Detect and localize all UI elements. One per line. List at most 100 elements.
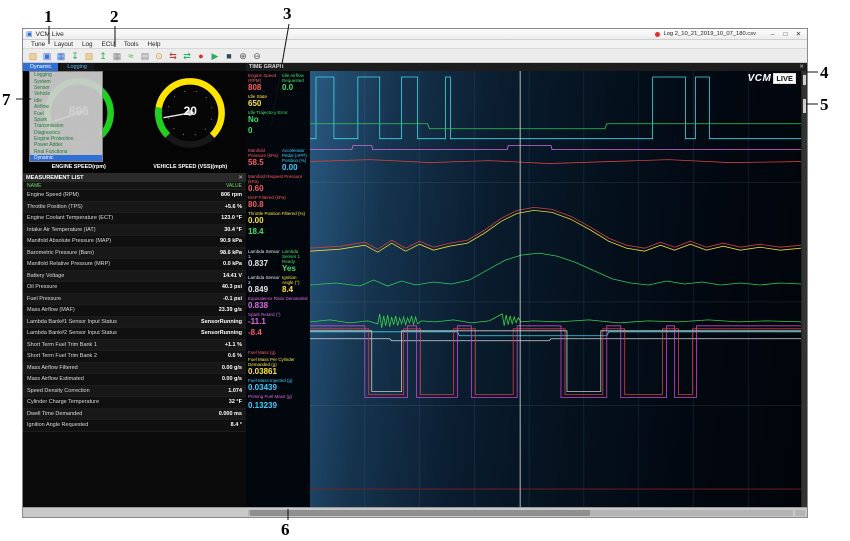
minimize-button[interactable]: –: [766, 31, 779, 38]
channel-entry[interactable]: Fuel Mass Injected (g)0.03439: [248, 378, 308, 392]
measurement-list-columns: NAME VALUE: [23, 182, 246, 190]
log-filename: Log 2_10_21_2019_10_07_180.csv: [663, 31, 756, 37]
main-content: Dynamic Logging LoggingSystemSensorVehic…: [23, 63, 807, 507]
measurement-list-panel: MEASUREMENT LIST ✕ NAME VALUE Engine Spe…: [23, 173, 246, 507]
measurement-row[interactable]: Engine Coolant Temperature (ECT)123.0 °F: [23, 213, 246, 225]
measurement-row[interactable]: Oil Pressure40.3 psi: [23, 282, 246, 294]
menu-item-help[interactable]: Help: [148, 41, 161, 48]
gauge-icon[interactable]: ⊙: [153, 50, 165, 62]
save-all-icon[interactable]: ▦: [55, 50, 67, 62]
menu-item-layout[interactable]: Layout: [54, 41, 73, 48]
channel-entry[interactable]: 0: [248, 126, 308, 135]
channel-entry[interactable]: Manifold Request Pressure (kPa)0.60: [248, 174, 308, 193]
zoom-in-icon[interactable]: ⊕: [237, 50, 249, 62]
channel-entry[interactable]: Lambda Sensor 10.837Lambda Sensor 1 Read…: [248, 249, 308, 273]
menu-item-ecu[interactable]: ECU: [102, 41, 115, 48]
measurement-row[interactable]: Intake Air Temperature (IAT)30.4 °F: [23, 225, 246, 237]
measurement-row[interactable]: Dwell Time Demanded0.000 ms: [23, 409, 246, 421]
channel-entry[interactable]: 18.4: [248, 227, 308, 236]
measurement-row[interactable]: Engine Speed (RPM)806 rpm: [23, 190, 246, 202]
measurement-row[interactable]: Throttle Position (TPS)+5.6 %: [23, 202, 246, 214]
time-graph-plot[interactable]: VCM LIVE: [310, 71, 801, 507]
measurement-row[interactable]: Mass Airflow Estimated0.00 g/s: [23, 374, 246, 386]
measurement-row[interactable]: Speed Density Correction1.074: [23, 386, 246, 398]
horizontal-scrollbar[interactable]: [248, 510, 793, 516]
channel-entry[interactable]: -8.4: [248, 328, 308, 337]
vcm-logo-text: VCM: [748, 73, 772, 84]
channel-entry[interactable]: Throttle Position Filtered (%)0.00: [248, 211, 308, 225]
column-name: NAME: [27, 183, 41, 189]
new-folder-icon[interactable]: ▧: [83, 50, 95, 62]
equivalence-trace: [310, 339, 801, 341]
time-graph-header: TIME GRAPH ✕: [246, 63, 807, 71]
measurement-row[interactable]: Short Term Fuel Trim Bank 1+1.1 %: [23, 340, 246, 352]
play-icon[interactable]: ▶: [209, 50, 221, 62]
idle-airflow-trace: [310, 124, 801, 129]
maximize-button[interactable]: □: [779, 31, 792, 38]
measurement-row[interactable]: Mass Airflow (MAF)23.39 g/s: [23, 305, 246, 317]
measurement-row[interactable]: Manifold Absolute Pressure (MAP)90.9 kPa: [23, 236, 246, 248]
time-graph-body: Engine Speed (RPM)808Idle Airflow Reques…: [246, 71, 801, 507]
channel-entry[interactable]: Fuel Mass Per Cylinder Demanded (g)0.038…: [248, 357, 308, 376]
layout-grid-icon[interactable]: ▦: [111, 50, 123, 62]
export-log-icon[interactable]: ↥: [97, 50, 109, 62]
measurement-list-header: MEASUREMENT LIST ✕: [23, 173, 246, 182]
measurement-row[interactable]: Lambda Bank#2 Sensor Input StatusSensorR…: [23, 328, 246, 340]
compare-red-icon[interactable]: ⇆: [167, 50, 179, 62]
vertical-scrollbar[interactable]: [801, 71, 807, 507]
measurement-rows: Engine Speed (RPM)806 rpmThrottle Positi…: [23, 190, 246, 432]
zoom-out-icon[interactable]: ⊖: [251, 50, 263, 62]
channel-entry[interactable]: Priming Fuel Mass (g): [248, 394, 308, 399]
measurement-row[interactable]: Manifold Relative Pressure (MRP)0.0 kPa: [23, 259, 246, 271]
channel-entry[interactable]: Fuel Mass (g): [248, 350, 308, 355]
tab-logging[interactable]: Logging: [60, 63, 94, 71]
channel-entry[interactable]: Engine Speed (RPM)808Idle Airflow Reques…: [248, 73, 308, 92]
measurement-row[interactable]: Ignition Angle Requested8.4 °: [23, 420, 246, 432]
active-log-badge: Log 2_10_21_2019_10_07_180.csv: [655, 31, 756, 37]
close-button[interactable]: ✕: [792, 30, 805, 38]
scrollbar-thumb[interactable]: [803, 99, 806, 113]
channel-entry[interactable]: MAP Filtered (kPa)80.8: [248, 195, 308, 209]
status-bar: [23, 507, 807, 517]
measurement-row[interactable]: Short Term Fuel Trim Bank 20.6 %: [23, 351, 246, 363]
record-icon[interactable]: ●: [195, 50, 207, 62]
plot-canvas[interactable]: [310, 71, 801, 507]
channel-entry[interactable]: Equivalence Ratio Demanded0.838: [248, 296, 308, 310]
left-panel: Dynamic Logging LoggingSystemSensorVehic…: [23, 63, 246, 507]
tab-dynamic[interactable]: Dynamic: [23, 63, 58, 71]
import-log-icon[interactable]: ↧: [69, 50, 81, 62]
annotation-4: 4: [820, 63, 829, 83]
menu-item-log[interactable]: Log: [82, 41, 93, 48]
record-indicator-icon: [655, 32, 660, 37]
time-graph-title: TIME GRAPH: [249, 64, 284, 70]
close-icon[interactable]: ✕: [238, 175, 243, 181]
chart-icon[interactable]: ≈: [125, 50, 137, 62]
menu-item-tune[interactable]: Tune: [31, 41, 45, 48]
save-icon[interactable]: ▣: [41, 50, 53, 62]
resize-grip[interactable]: [795, 510, 805, 516]
page-menu-item-dynamic[interactable]: Dynamic: [30, 155, 102, 161]
menu-item-tools[interactable]: Tools: [124, 41, 139, 48]
scrollbar-thumb[interactable]: [250, 510, 590, 516]
open-file-icon[interactable]: ▨: [27, 50, 39, 62]
annotation-2: 2: [110, 7, 119, 27]
channel-entry[interactable]: Idle State650: [248, 94, 308, 108]
scrollbar-thumb[interactable]: [803, 75, 806, 85]
measurement-row[interactable]: Mass Airflow Filtered0.00 g/s: [23, 363, 246, 375]
channel-group: Lambda Sensor 10.837Lambda Sensor 1 Read…: [248, 249, 308, 337]
stop-icon[interactable]: ■: [223, 50, 235, 62]
measurement-row[interactable]: Barometric Pressure (Baro)98.6 kPa: [23, 248, 246, 260]
close-icon[interactable]: ✕: [799, 64, 804, 70]
channel-entry[interactable]: Spark Retard (°)-11.1: [248, 312, 308, 326]
measurement-row[interactable]: Cylinder Charge Temperature32 °F: [23, 397, 246, 409]
channel-entry[interactable]: Lambda Sensor 20.849Ignition Angle (°)8.…: [248, 275, 308, 294]
channel-entry[interactable]: Manifold Pressure (kPa)58.5Accelerator P…: [248, 148, 308, 172]
table-icon[interactable]: ▤: [139, 50, 151, 62]
compare-green-icon[interactable]: ⇄: [181, 50, 193, 62]
measurement-row[interactable]: Lambda Bank#1 Sensor Input StatusSensorR…: [23, 317, 246, 329]
channel-group: Fuel Mass (g) Fuel Mass Per Cylinder Dema…: [248, 350, 308, 410]
measurement-row[interactable]: Fuel Pressure-0.1 psi: [23, 294, 246, 306]
measurement-row[interactable]: Battery Voltage14.41 V: [23, 271, 246, 283]
channel-entry[interactable]: 0.13239: [248, 401, 308, 410]
channel-entry[interactable]: Idle Trajectory ErrorNo: [248, 110, 308, 124]
